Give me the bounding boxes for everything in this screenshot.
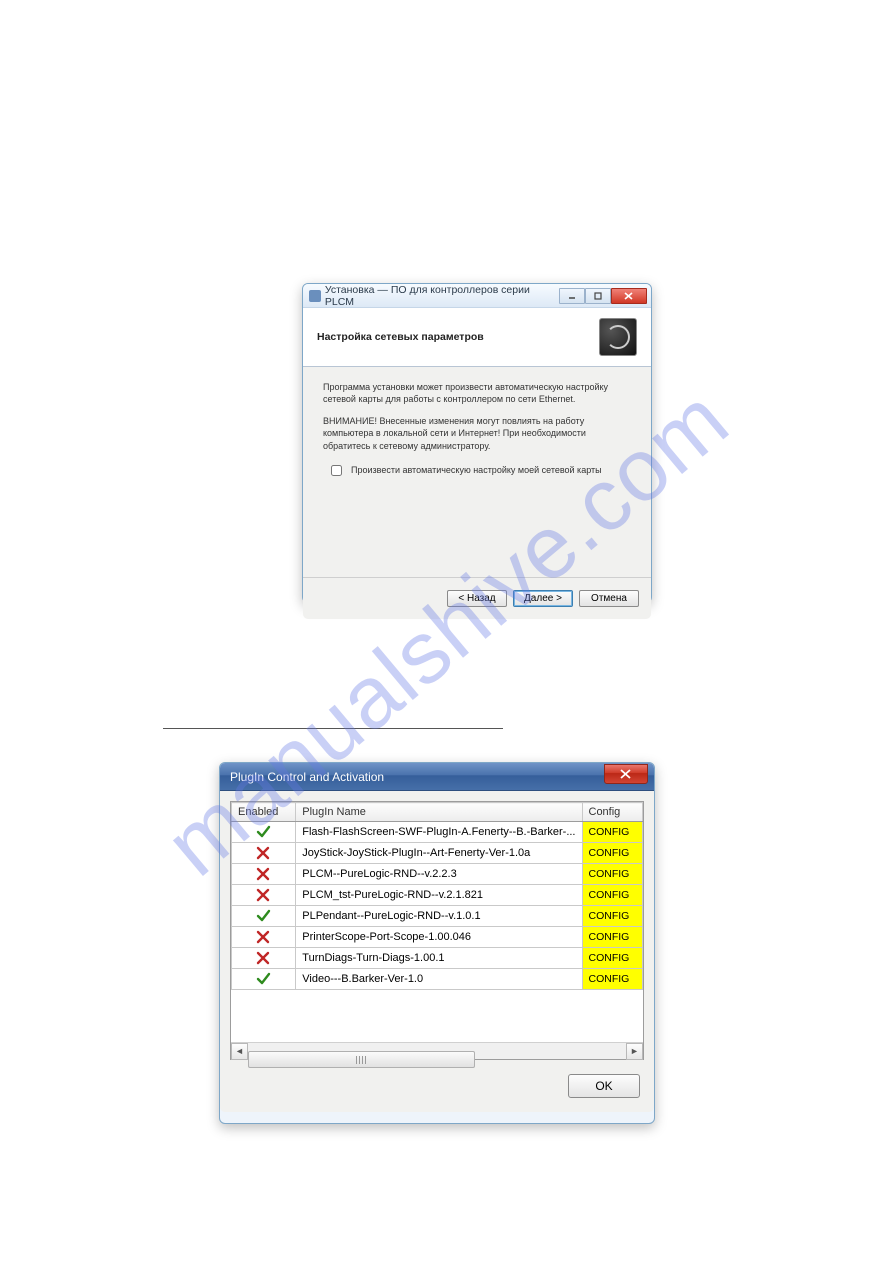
table-row: Flash-FlashScreen-SWF-PlugIn-A.Fenerty--… bbox=[232, 822, 643, 843]
enabled-toggle[interactable] bbox=[232, 906, 296, 927]
installer-window: Установка — ПО для контроллеров серии PL… bbox=[302, 283, 652, 603]
enabled-toggle[interactable] bbox=[232, 822, 296, 843]
enabled-toggle[interactable] bbox=[232, 864, 296, 885]
table-header-row: Enabled PlugIn Name Config bbox=[232, 803, 643, 822]
enabled-toggle[interactable] bbox=[232, 969, 296, 990]
enabled-toggle[interactable] bbox=[232, 885, 296, 906]
plugin-name-cell: PLCM--PureLogic-RND--v.2.2.3 bbox=[296, 864, 582, 885]
table-row: PrinterScope-Port-Scope-1.00.046CONFIG bbox=[232, 927, 643, 948]
horizontal-scrollbar[interactable]: ◄ ► bbox=[231, 1042, 643, 1059]
installer-step-icon bbox=[599, 318, 637, 356]
config-button[interactable]: CONFIG bbox=[582, 906, 643, 927]
installer-window-title: Установка — ПО для контроллеров серии PL… bbox=[325, 284, 559, 308]
table-row: Video---B.Barker-Ver-1.0CONFIG bbox=[232, 969, 643, 990]
plugin-window-title: PlugIn Control and Activation bbox=[230, 770, 384, 784]
table-row: PLCM_tst-PureLogic-RND--v.2.1.821CONFIG bbox=[232, 885, 643, 906]
installer-titlebar[interactable]: Установка — ПО для контроллеров серии PL… bbox=[303, 284, 651, 308]
table-row: PLPendant--PureLogic-RND--v.1.0.1CONFIG bbox=[232, 906, 643, 927]
installer-footer: < Назад Далее > Отмена bbox=[303, 577, 651, 619]
col-header-config[interactable]: Config bbox=[582, 803, 643, 822]
plugin-content: Enabled PlugIn Name Config Flash-FlashSc… bbox=[220, 791, 654, 1112]
config-button[interactable]: CONFIG bbox=[582, 927, 643, 948]
config-button[interactable]: CONFIG bbox=[582, 864, 643, 885]
col-header-name[interactable]: PlugIn Name bbox=[296, 803, 582, 822]
plugin-window: PlugIn Control and Activation Enabled Pl… bbox=[219, 762, 655, 1124]
installer-app-icon bbox=[309, 290, 321, 302]
scroll-left-arrow[interactable]: ◄ bbox=[231, 1043, 248, 1060]
auto-config-checkbox-label: Произвести автоматическую настройку моей… bbox=[351, 465, 602, 475]
config-button[interactable]: CONFIG bbox=[582, 969, 643, 990]
installer-header: Настройка сетевых параметров bbox=[303, 308, 651, 367]
installer-body: Программа установки может произвести авт… bbox=[303, 367, 651, 577]
config-button[interactable]: CONFIG bbox=[582, 843, 643, 864]
enabled-toggle[interactable] bbox=[232, 948, 296, 969]
installer-paragraph-2: ВНИМАНИЕ! Внесенные изменения могут повл… bbox=[323, 415, 631, 451]
ok-button[interactable]: OK bbox=[568, 1074, 640, 1098]
next-button[interactable]: Далее > bbox=[513, 590, 573, 607]
back-button[interactable]: < Назад bbox=[447, 590, 507, 607]
plugin-titlebar[interactable]: PlugIn Control and Activation bbox=[220, 763, 654, 791]
enabled-toggle[interactable] bbox=[232, 927, 296, 948]
plugin-grid: Enabled PlugIn Name Config Flash-FlashSc… bbox=[230, 801, 644, 1060]
table-row: JoyStick-JoyStick-PlugIn--Art-Fenerty-Ve… bbox=[232, 843, 643, 864]
config-button[interactable]: CONFIG bbox=[582, 885, 643, 906]
plugin-name-cell: JoyStick-JoyStick-PlugIn--Art-Fenerty-Ve… bbox=[296, 843, 582, 864]
close-button[interactable] bbox=[611, 288, 647, 304]
cancel-button[interactable]: Отмена bbox=[579, 590, 639, 607]
plugin-name-cell: Video---B.Barker-Ver-1.0 bbox=[296, 969, 582, 990]
plugin-name-cell: PLPendant--PureLogic-RND--v.1.0.1 bbox=[296, 906, 582, 927]
divider-line bbox=[163, 728, 503, 729]
enabled-toggle[interactable] bbox=[232, 843, 296, 864]
maximize-button[interactable] bbox=[585, 288, 611, 304]
config-button[interactable]: CONFIG bbox=[582, 948, 643, 969]
table-row: TurnDiags-Turn-Diags-1.00.1CONFIG bbox=[232, 948, 643, 969]
plugin-name-cell: Flash-FlashScreen-SWF-PlugIn-A.Fenerty--… bbox=[296, 822, 582, 843]
config-button[interactable]: CONFIG bbox=[582, 822, 643, 843]
table-row: PLCM--PureLogic-RND--v.2.2.3CONFIG bbox=[232, 864, 643, 885]
installer-step-title: Настройка сетевых параметров bbox=[317, 331, 484, 343]
plugin-name-cell: PrinterScope-Port-Scope-1.00.046 bbox=[296, 927, 582, 948]
col-header-enabled[interactable]: Enabled bbox=[232, 803, 296, 822]
scroll-right-arrow[interactable]: ► bbox=[626, 1043, 643, 1060]
auto-config-checkbox[interactable] bbox=[331, 465, 342, 476]
scroll-thumb[interactable] bbox=[248, 1051, 475, 1068]
grid-empty-area bbox=[231, 990, 643, 1042]
plugin-name-cell: PLCM_tst-PureLogic-RND--v.2.1.821 bbox=[296, 885, 582, 906]
plugin-name-cell: TurnDiags-Turn-Diags-1.00.1 bbox=[296, 948, 582, 969]
minimize-button[interactable] bbox=[559, 288, 585, 304]
plugin-close-button[interactable] bbox=[604, 764, 648, 784]
installer-paragraph-1: Программа установки может произвести авт… bbox=[323, 381, 631, 405]
